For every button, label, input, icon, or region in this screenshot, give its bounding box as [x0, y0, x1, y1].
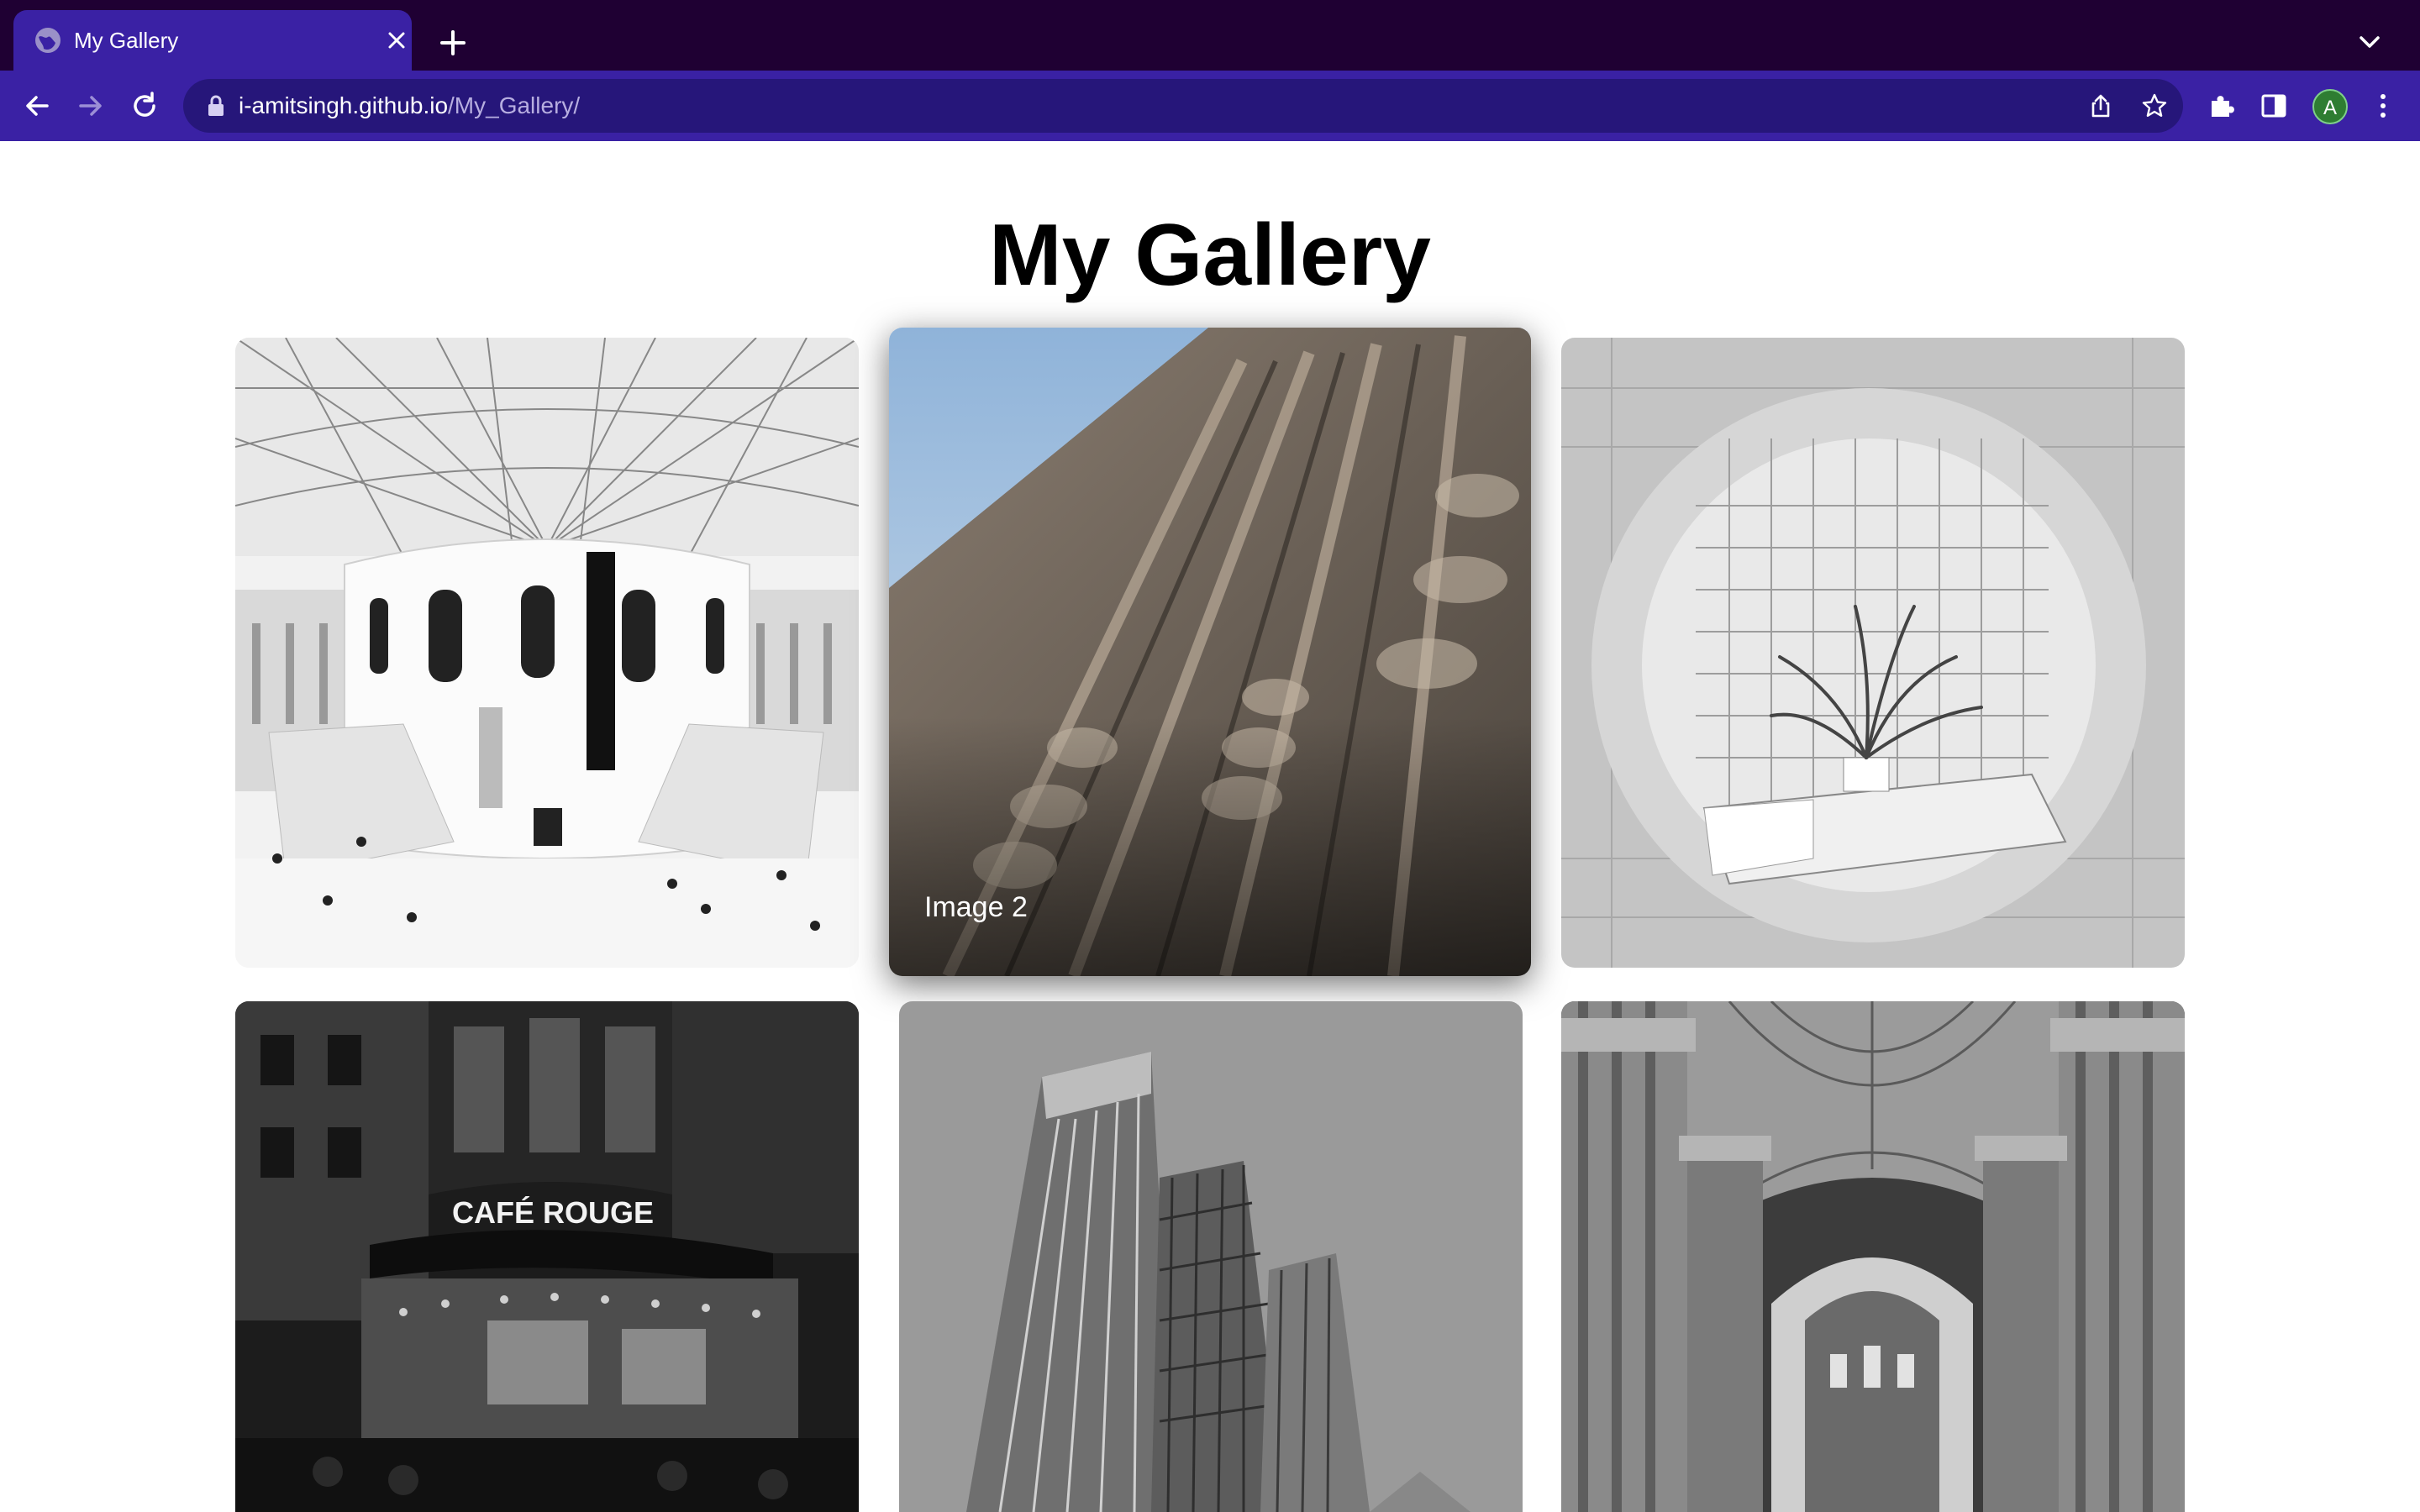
facade-photo — [889, 328, 1531, 976]
globe-icon — [35, 28, 60, 53]
lock-icon[interactable] — [205, 94, 227, 118]
gallery-image-5[interactable] — [899, 1001, 1523, 1512]
gallery-image-6[interactable] — [1561, 1001, 2185, 1512]
url-path: /My_Gallery/ — [448, 92, 581, 118]
bookmark-star-icon[interactable] — [2141, 92, 2168, 119]
url-text[interactable]: i-amitsingh.github.io/My_Gallery/ — [239, 79, 580, 133]
gallery-image-3[interactable] — [1561, 338, 2185, 968]
browser-tab-strip: My Gallery — [0, 0, 2420, 71]
cafe-photo: CAFÉ ROUGE — [235, 1001, 859, 1512]
back-icon[interactable] — [20, 89, 54, 123]
gallery-image-1[interactable] — [235, 338, 859, 968]
gallery-image-4[interactable]: CAFÉ ROUGE — [235, 1001, 859, 1512]
reload-icon[interactable] — [128, 89, 161, 123]
cathedral-photo — [1561, 1001, 2185, 1512]
forward-icon[interactable] — [74, 89, 108, 123]
more-menu-icon[interactable] — [2368, 91, 2398, 121]
extensions-puzzle-icon[interactable] — [2207, 91, 2237, 121]
cafe-sign-text: CAFÉ ROUGE — [452, 1195, 654, 1230]
palm-photo — [1561, 338, 2185, 968]
new-tab-icon[interactable] — [439, 29, 467, 57]
tab-title: My Gallery — [74, 28, 179, 53]
image-caption: Image 2 — [924, 891, 1028, 923]
url-host: i-amitsingh.github.io — [239, 92, 449, 118]
address-bar[interactable]: i-amitsingh.github.io/My_Gallery/ — [183, 79, 2183, 133]
side-panel-icon[interactable] — [2259, 91, 2289, 121]
share-icon[interactable] — [2087, 92, 2114, 119]
tower-photo — [899, 1001, 1523, 1512]
browser-toolbar: i-amitsingh.github.io/My_Gallery/ — [0, 71, 2420, 141]
browser-tab-active[interactable]: My Gallery — [13, 10, 412, 71]
chevron-down-icon[interactable] — [2356, 32, 2383, 52]
gallery-image-2[interactable]: Image 2 — [889, 328, 1531, 976]
page-title: My Gallery — [988, 207, 1432, 304]
close-tab-icon[interactable] — [387, 30, 407, 50]
profile-avatar[interactable]: A — [2312, 89, 2348, 124]
atrium-photo — [235, 338, 859, 968]
